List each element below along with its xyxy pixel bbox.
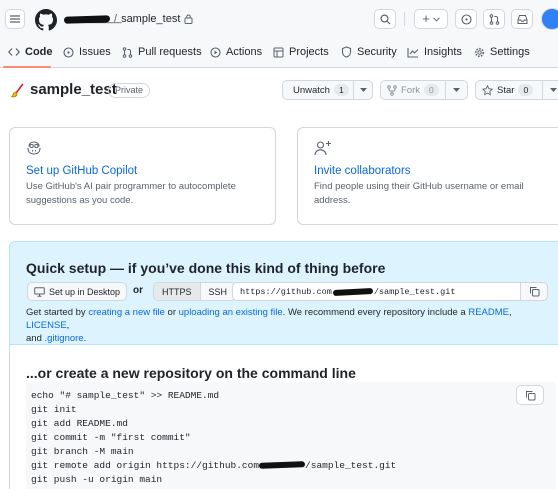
tab-settings[interactable]: Settings bbox=[474, 46, 530, 58]
star-button[interactable]: Star 0 bbox=[475, 80, 558, 100]
breadcrumb: __________ / sample_test bbox=[63, 13, 193, 25]
tab-security[interactable]: Security bbox=[341, 46, 397, 58]
quick-setup-title: Quick setup — if you’ve done this kind o… bbox=[26, 260, 386, 276]
copilot-card[interactable]: Set up GitHub Copilot Use GitHub's AI pa… bbox=[9, 127, 276, 225]
star-dropdown[interactable] bbox=[542, 81, 558, 99]
redaction-mark bbox=[332, 287, 373, 296]
inbox-button[interactable] bbox=[511, 9, 533, 29]
github-logo-icon[interactable] bbox=[35, 9, 57, 31]
lock-icon bbox=[184, 14, 193, 24]
code-line: git commit -m "first commit" bbox=[31, 432, 191, 443]
command-code-block: echo "# sample_test" >> README.md git in… bbox=[26, 382, 556, 489]
fork-icon bbox=[387, 84, 397, 96]
redaction-mark bbox=[258, 461, 306, 470]
user-avatar[interactable] bbox=[541, 8, 558, 30]
person-add-icon bbox=[314, 141, 331, 156]
tab-insights[interactable]: Insights bbox=[407, 46, 462, 58]
menu-button[interactable] bbox=[5, 9, 25, 29]
code-line: git add README.md bbox=[31, 418, 128, 429]
header-divider bbox=[404, 12, 405, 26]
copy-icon bbox=[525, 390, 535, 400]
fork-count: 0 bbox=[424, 84, 439, 96]
protocol-toggle: HTTPS SSH bbox=[153, 282, 237, 301]
quick-setup-panel: Quick setup — if you’ve done this kind o… bbox=[9, 241, 558, 345]
create-new-button[interactable]: + bbox=[414, 9, 448, 29]
search-button[interactable] bbox=[374, 9, 396, 29]
collaborators-card[interactable]: Invite collaborators Find people using t… bbox=[297, 127, 558, 225]
code-line: git init bbox=[31, 404, 77, 415]
issue-opened-icon bbox=[460, 13, 472, 25]
or-label: or bbox=[133, 285, 143, 296]
command-line-title: ...or create a new repository on the com… bbox=[26, 365, 356, 381]
tab-code[interactable]: Code bbox=[8, 46, 53, 58]
search-icon bbox=[379, 13, 390, 24]
upload-file-link[interactable]: uploading an existing file bbox=[179, 307, 283, 318]
watch-count: 1 bbox=[333, 84, 349, 96]
visibility-badge: Private bbox=[108, 83, 151, 98]
unwatch-dropdown[interactable] bbox=[353, 81, 372, 99]
graph-icon bbox=[407, 47, 419, 58]
issue-icon bbox=[63, 46, 74, 58]
table-icon bbox=[273, 47, 284, 57]
hamburger-icon bbox=[10, 15, 20, 23]
setup-desktop-button[interactable]: Set up in Desktop bbox=[27, 282, 128, 301]
fork-button[interactable]: Fork 0 bbox=[380, 80, 468, 100]
fork-dropdown[interactable] bbox=[444, 81, 467, 99]
unwatch-button[interactable]: Unwatch 1 bbox=[282, 80, 373, 100]
ssh-toggle[interactable]: SSH bbox=[199, 283, 236, 300]
create-new-file-link[interactable]: creating a new file bbox=[88, 307, 165, 318]
collaborators-card-title[interactable]: Invite collaborators bbox=[314, 165, 411, 177]
https-toggle[interactable]: HTTPS bbox=[154, 283, 200, 300]
license-link[interactable]: LICENSE bbox=[26, 320, 67, 331]
clone-url-input[interactable]: https://github.com/sample_test.git bbox=[232, 282, 548, 301]
pull-request-icon bbox=[122, 46, 133, 58]
chevron-down-icon bbox=[432, 16, 440, 22]
copy-url-button[interactable] bbox=[520, 282, 548, 301]
copilot-card-description: Use GitHub's AI pair programmer to autoc… bbox=[26, 181, 236, 206]
repo-brush-icon bbox=[10, 83, 24, 98]
copy-icon bbox=[529, 287, 539, 297]
tab-issues[interactable]: Issues bbox=[63, 46, 111, 58]
play-icon bbox=[210, 46, 221, 58]
copy-commands-button[interactable] bbox=[516, 385, 544, 405]
inbox-icon bbox=[517, 14, 527, 24]
repo-link[interactable]: sample_test bbox=[121, 13, 180, 25]
shield-icon bbox=[341, 46, 352, 58]
tab-projects[interactable]: Projects bbox=[273, 46, 329, 58]
git-pull-request-icon bbox=[489, 13, 499, 25]
code-line: git branch -M main bbox=[31, 446, 134, 457]
code-line: git push -u origin main bbox=[31, 474, 163, 485]
collaborators-card-description: Find people using their GitHub username … bbox=[314, 181, 524, 206]
command-line-section: ...or create a new repository on the com… bbox=[9, 345, 558, 489]
pull-requests-button[interactable] bbox=[483, 9, 505, 29]
code-icon bbox=[8, 48, 20, 56]
star-count: 0 bbox=[518, 84, 534, 96]
global-header: __________ / sample_test + bbox=[0, 0, 558, 40]
repo-title[interactable]: sample_test bbox=[30, 81, 117, 98]
desktop-icon bbox=[34, 286, 45, 297]
readme-link[interactable]: README bbox=[468, 307, 509, 318]
redaction-mark bbox=[63, 14, 111, 24]
repo-tabs: Code Issues Pull requests Actions Projec… bbox=[0, 40, 558, 68]
caret-down-icon bbox=[550, 88, 557, 92]
gitignore-link[interactable]: .gitignore bbox=[45, 333, 84, 344]
code-line: echo "# sample_test" >> README.md bbox=[31, 390, 220, 401]
plus-icon: + bbox=[422, 11, 430, 26]
copilot-icon bbox=[27, 141, 41, 155]
caret-down-icon bbox=[452, 88, 460, 92]
gear-icon bbox=[474, 47, 485, 57]
code-line-remote: git remote add origin https://github.com… bbox=[31, 460, 397, 471]
getting-started-text: Get started by creating a new file or up… bbox=[26, 307, 512, 344]
owner-link[interactable]: __________ bbox=[63, 13, 122, 25]
copilot-card-title[interactable]: Set up GitHub Copilot bbox=[26, 165, 137, 177]
active-tab-indicator bbox=[3, 66, 51, 68]
tab-pull-requests[interactable]: Pull requests bbox=[122, 46, 202, 58]
caret-down-icon bbox=[359, 88, 367, 92]
tab-actions[interactable]: Actions bbox=[210, 46, 262, 58]
star-icon bbox=[482, 84, 493, 95]
issues-button[interactable] bbox=[455, 9, 477, 29]
